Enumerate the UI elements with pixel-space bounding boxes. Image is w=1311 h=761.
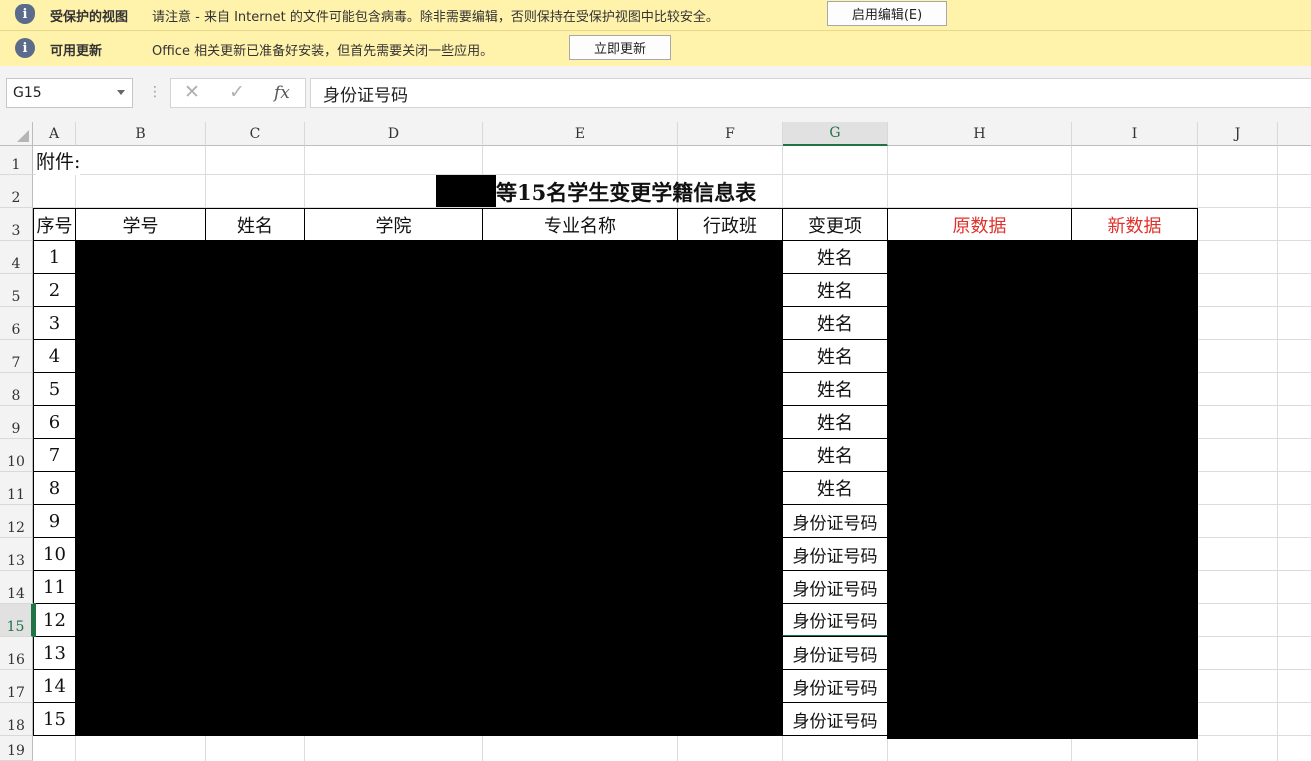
header-class[interactable]: 行政班 bbox=[677, 208, 783, 241]
header-college[interactable]: 学院 bbox=[304, 208, 483, 241]
change-item-cell[interactable]: 身份证号码 bbox=[782, 669, 888, 703]
formula-bar: G15 ⋮ ✕ ✓ fx 身份证号码 bbox=[0, 66, 1311, 122]
header-new-data[interactable]: 新数据 bbox=[1071, 208, 1198, 241]
change-item-cell[interactable]: 姓名 bbox=[782, 405, 888, 439]
change-item-cell[interactable]: 身份证号码 bbox=[782, 702, 888, 736]
row-header-19[interactable]: 19 bbox=[0, 736, 33, 761]
row-header-1[interactable]: 1 bbox=[0, 146, 33, 175]
protected-view-bar: i 受保护的视图 请注意 - 来自 Internet 的文件可能包含病毒。除非需… bbox=[0, 0, 1311, 31]
row-header-16[interactable]: 16 bbox=[0, 637, 33, 670]
chevron-down-icon[interactable] bbox=[117, 90, 125, 95]
seq-cell[interactable]: 11 bbox=[33, 570, 76, 604]
sheet-title[interactable]: 等15名学生变更学籍信息表 bbox=[496, 175, 756, 208]
update-message: Office 相关更新已准备好安装，但首先需要关闭一些应用。 bbox=[152, 44, 494, 59]
row-header-9[interactable]: 9 bbox=[0, 406, 33, 439]
column-header-i[interactable]: I bbox=[1072, 122, 1198, 146]
info-icon: i bbox=[15, 38, 35, 58]
change-item-cell[interactable]: 姓名 bbox=[782, 372, 888, 406]
change-item-cell[interactable]: 姓名 bbox=[782, 438, 888, 472]
seq-cell[interactable]: 8 bbox=[33, 471, 76, 505]
header-seq[interactable]: 序号 bbox=[33, 208, 76, 241]
redacted-title-prefix bbox=[436, 175, 496, 207]
row-header-4[interactable]: 4 bbox=[0, 241, 33, 274]
row-header-5[interactable]: 5 bbox=[0, 274, 33, 307]
enable-editing-button[interactable]: 启用编辑(E) bbox=[827, 1, 947, 26]
row-header-7[interactable]: 7 bbox=[0, 340, 33, 373]
cancel-icon[interactable]: ✕ bbox=[184, 81, 200, 103]
attachment-label[interactable]: 附件: bbox=[36, 146, 81, 175]
change-item-cell[interactable]: 身份证号码 bbox=[782, 570, 888, 604]
seq-cell[interactable]: 13 bbox=[33, 636, 76, 670]
seq-cell[interactable]: 14 bbox=[33, 669, 76, 703]
update-title: 可用更新 bbox=[50, 44, 103, 59]
redacted-student-details bbox=[75, 240, 783, 736]
formula-input[interactable]: 身份证号码 bbox=[310, 78, 1311, 108]
insert-function-icon[interactable]: fx bbox=[274, 83, 290, 103]
column-header-a[interactable]: A bbox=[33, 122, 76, 146]
header-student-id[interactable]: 学号 bbox=[75, 208, 206, 241]
row-header-3[interactable]: 3 bbox=[0, 208, 33, 241]
column-header-b[interactable]: B bbox=[76, 122, 206, 146]
row-header-2[interactable]: 2 bbox=[0, 175, 33, 208]
seq-cell[interactable]: 15 bbox=[33, 702, 76, 736]
select-all-button[interactable] bbox=[0, 122, 33, 146]
row-header-18[interactable]: 18 bbox=[0, 703, 33, 736]
seq-cell[interactable]: 3 bbox=[33, 306, 76, 340]
shield-info-icon: i bbox=[15, 4, 35, 24]
column-header-blank bbox=[1278, 122, 1311, 146]
column-header-c[interactable]: C bbox=[206, 122, 305, 146]
column-header-d[interactable]: D bbox=[305, 122, 483, 146]
change-item-cell[interactable]: 身份证号码 bbox=[782, 504, 888, 538]
seq-cell[interactable]: 1 bbox=[33, 240, 76, 274]
column-header-e[interactable]: E bbox=[483, 122, 678, 146]
column-header-g[interactable]: G bbox=[783, 122, 888, 146]
row-header-14[interactable]: 14 bbox=[0, 571, 33, 604]
seq-cell[interactable]: 10 bbox=[33, 537, 76, 571]
update-now-button[interactable]: 立即更新 bbox=[569, 35, 671, 60]
more-icon: ⋮ bbox=[148, 84, 162, 100]
column-header-f[interactable]: F bbox=[678, 122, 783, 146]
change-item-cell[interactable]: 姓名 bbox=[782, 240, 888, 274]
row-header-10[interactable]: 10 bbox=[0, 439, 33, 472]
formula-actions: ✕ ✓ fx bbox=[170, 78, 306, 108]
row-header-11[interactable]: 11 bbox=[0, 472, 33, 505]
change-item-cell[interactable]: 身份证号码 bbox=[782, 537, 888, 571]
header-original-data[interactable]: 原数据 bbox=[887, 208, 1072, 241]
enter-check-icon[interactable]: ✓ bbox=[229, 81, 245, 103]
protected-view-title: 受保护的视图 bbox=[50, 10, 129, 25]
row-header-13[interactable]: 13 bbox=[0, 538, 33, 571]
seq-cell[interactable]: 9 bbox=[33, 504, 76, 538]
change-item-cell[interactable]: 身份证号码 bbox=[782, 636, 888, 670]
protected-view-message: 请注意 - 来自 Internet 的文件可能包含病毒。除非需要编辑，否则保持在… bbox=[152, 10, 719, 25]
seq-cell[interactable]: 6 bbox=[33, 405, 76, 439]
redacted-change-values bbox=[887, 240, 1198, 739]
name-box-value: G15 bbox=[13, 85, 42, 101]
seq-cell[interactable]: 7 bbox=[33, 438, 76, 472]
row-header-6[interactable]: 6 bbox=[0, 307, 33, 340]
change-item-cell[interactable]: 姓名 bbox=[782, 306, 888, 340]
column-header-h[interactable]: H bbox=[888, 122, 1072, 146]
column-header-j[interactable]: J bbox=[1198, 122, 1278, 146]
seq-cell[interactable]: 12 bbox=[33, 603, 76, 637]
row-header-17[interactable]: 17 bbox=[0, 670, 33, 703]
header-name[interactable]: 姓名 bbox=[205, 208, 305, 241]
row-header-12[interactable]: 12 bbox=[0, 505, 33, 538]
change-item-cell[interactable]: 姓名 bbox=[782, 471, 888, 505]
seq-cell[interactable]: 5 bbox=[33, 372, 76, 406]
row-header-8[interactable]: 8 bbox=[0, 373, 33, 406]
seq-cell[interactable]: 4 bbox=[33, 339, 76, 373]
name-box[interactable]: G15 bbox=[6, 78, 133, 108]
header-major[interactable]: 专业名称 bbox=[482, 208, 678, 241]
seq-cell[interactable]: 2 bbox=[33, 273, 76, 307]
active-row-indicator bbox=[33, 603, 36, 637]
header-change-item[interactable]: 变更项 bbox=[782, 208, 888, 241]
change-item-cell[interactable]: 姓名 bbox=[782, 339, 888, 373]
change-item-cell-selected[interactable]: 身份证号码 bbox=[782, 603, 888, 637]
update-available-bar: i 可用更新 Office 相关更新已准备好安装，但首先需要关闭一些应用。 立即… bbox=[0, 31, 1311, 66]
change-item-cell[interactable]: 姓名 bbox=[782, 273, 888, 307]
row-header-15[interactable]: 15 bbox=[0, 604, 33, 637]
